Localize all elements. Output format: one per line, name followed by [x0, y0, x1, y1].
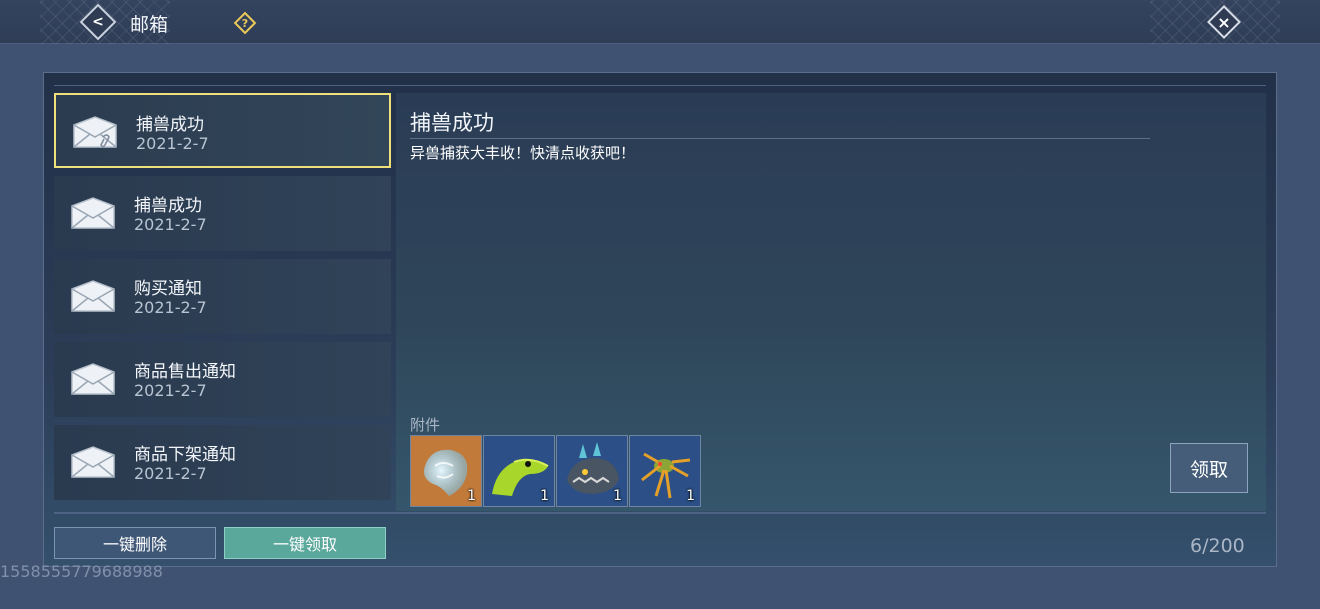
mail-subject: 购买通知 [134, 279, 202, 299]
mail-detail-body: 异兽捕获大丰收！快清点收获吧！ [410, 144, 636, 162]
envelope-icon [71, 280, 115, 312]
mail-date: 2021-2-7 [136, 134, 209, 153]
mail-item[interactable]: 购买通知 2021-2-7 [54, 259, 391, 334]
help-button[interactable]: ? [233, 11, 257, 35]
attachment-quantity: 1 [540, 488, 549, 504]
mail-subject: 捕兽成功 [134, 196, 202, 216]
envelope-icon [71, 446, 115, 478]
attachment-quantity: 1 [686, 488, 695, 504]
divider [54, 85, 1266, 86]
divider [54, 512, 1266, 514]
mail-detail: 捕兽成功 异兽捕获大丰收！快清点收获吧！ 附件 1 1 1 1 领取 [396, 93, 1266, 511]
mail-item[interactable]: 捕兽成功 2021-2-7 [54, 176, 391, 251]
attachment-quantity: 1 [613, 488, 622, 504]
back-button[interactable]: < [79, 3, 117, 41]
attachment-slot[interactable]: 1 [483, 435, 555, 507]
close-x-icon: × [1217, 12, 1231, 32]
back-arrow-icon: < [92, 14, 104, 30]
divider [410, 138, 1150, 139]
attachments-label: 附件 [410, 416, 441, 434]
mail-item[interactable]: 捕兽成功 2021-2-7 [54, 93, 391, 168]
envelope-attachment-icon [73, 116, 117, 148]
mail-subject: 商品下架通知 [134, 445, 236, 465]
attachment-quantity: 1 [467, 488, 476, 504]
claim-button[interactable]: 领取 [1170, 443, 1248, 493]
mailbox-panel: 捕兽成功 2021-2-7 捕兽成功 2021-2-7 购买通知 2021-2-… [43, 72, 1277, 567]
mail-date: 2021-2-7 [134, 298, 207, 317]
attachment-slot[interactable]: 1 [556, 435, 628, 507]
mail-subject: 商品售出通知 [134, 362, 236, 382]
attachment-slot[interactable]: 1 [410, 435, 482, 507]
mail-subject: 捕兽成功 [136, 115, 204, 135]
watermark-text: 1558555779688988 [0, 562, 163, 581]
mail-count: 6/200 [1190, 535, 1245, 557]
top-bar: < 邮箱 ? × [0, 0, 1320, 44]
claim-all-button[interactable]: 一键领取 [224, 527, 386, 559]
mail-detail-title: 捕兽成功 [410, 111, 494, 135]
mail-item[interactable]: 商品下架通知 2021-2-7 [54, 425, 391, 500]
mail-date: 2021-2-7 [134, 215, 207, 234]
question-icon: ? [241, 16, 249, 30]
attachment-slot[interactable]: 1 [629, 435, 701, 507]
page-title: 邮箱 [130, 14, 169, 36]
mail-date: 2021-2-7 [134, 464, 207, 483]
mail-date: 2021-2-7 [134, 381, 207, 400]
close-button[interactable]: × [1206, 4, 1242, 40]
envelope-icon [71, 197, 115, 229]
mail-item[interactable]: 商品售出通知 2021-2-7 [54, 342, 391, 417]
delete-all-button[interactable]: 一键删除 [54, 527, 216, 559]
envelope-icon [71, 363, 115, 395]
